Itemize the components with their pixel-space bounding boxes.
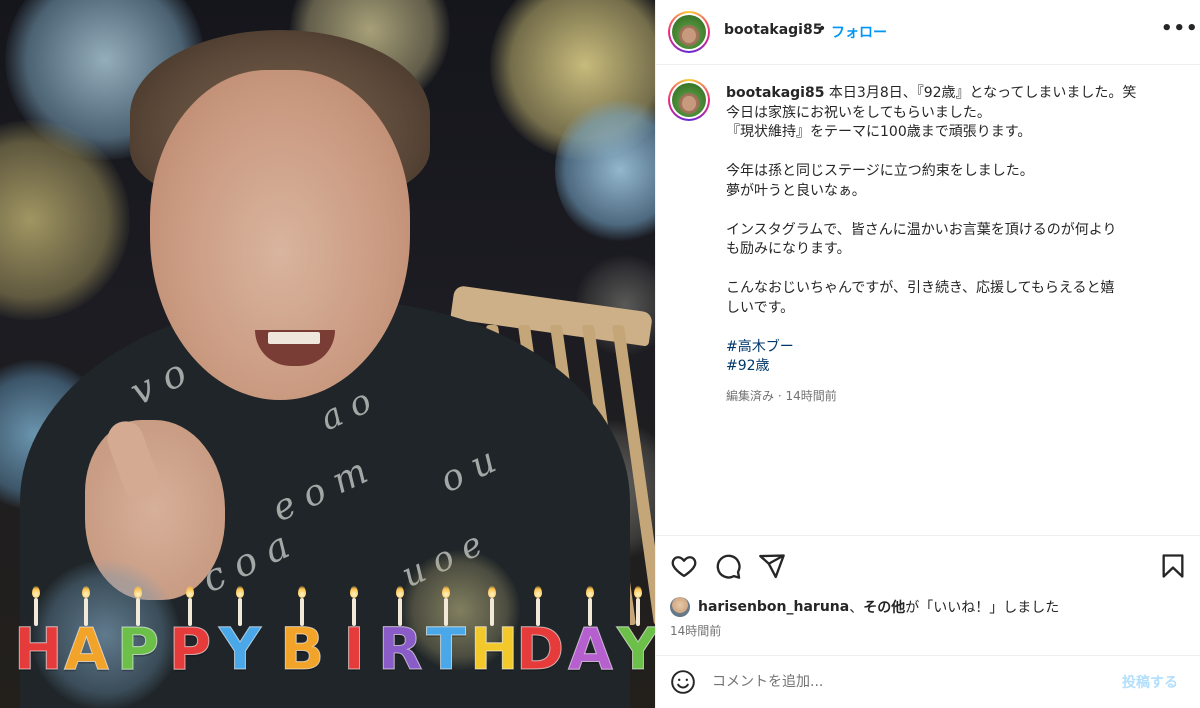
post-comment-button[interactable]: 投稿する: [1122, 672, 1178, 692]
caption-line: こんなおじいちゃんですが、引き続き、応援してもらえると嬉: [726, 280, 1115, 296]
candle-flame: [32, 586, 40, 598]
candle-flame: [488, 586, 496, 598]
post-actions: harisenbon_haruna 、 その他 が「いいね！」しました 14時間…: [656, 535, 1200, 655]
candle-flame: [134, 586, 142, 598]
birthday-letter: R: [378, 615, 424, 683]
caption-avatar[interactable]: [668, 79, 710, 121]
birthday-letter: H: [14, 615, 64, 683]
follow-button[interactable]: フォロー: [831, 22, 887, 42]
candle-flame: [586, 586, 594, 598]
heart-icon[interactable]: [670, 552, 698, 580]
comment-bar: 投稿する: [656, 655, 1200, 708]
separator-dot: •: [818, 21, 827, 37]
candle-flame: [82, 586, 90, 598]
caption-line: も励みになります。: [726, 241, 851, 257]
caption-line: インスタグラムで、皆さんに温かいお言葉を頂けるのが何より: [726, 221, 1117, 238]
candle-flame: [186, 586, 194, 598]
likes-separator: 、: [849, 600, 864, 616]
candle-flame: [298, 586, 306, 598]
candle-flame: [236, 586, 244, 598]
bookmark-icon[interactable]: [1159, 552, 1187, 580]
comment-icon[interactable]: [714, 552, 742, 580]
candle-flame: [442, 586, 450, 598]
birthday-letter: I: [343, 615, 366, 683]
post-caption: bootakagi85 本日3月8日、『92歳』となってしまいました。笑 今日は…: [726, 84, 1166, 377]
liker-username[interactable]: harisenbon_haruna: [698, 599, 849, 615]
post-timestamp[interactable]: 14時間前: [670, 622, 721, 639]
post-photo[interactable]: v o a o c o e o m o u c o a u o e HAPPYB…: [0, 0, 655, 708]
caption-line: しいです。: [726, 299, 795, 316]
happy-birthday-text: HAPPYBIRTHDAY: [8, 615, 656, 688]
candle-flame: [350, 586, 358, 598]
liker-avatar[interactable]: [670, 597, 690, 617]
birthday-letter: Y: [219, 615, 262, 683]
birthday-letter: D: [516, 615, 565, 683]
likes-others-link[interactable]: その他: [863, 597, 905, 617]
post-header: bootakagi85 • フォロー •••: [656, 0, 1200, 65]
caption-line: 『現状維持』をテーマに100歳まで頑張ります。: [726, 124, 1032, 140]
caption-line: 夢が叶うと良いなぁ。: [726, 182, 866, 199]
birthday-letter: B: [280, 615, 325, 683]
birthday-letter: A: [568, 615, 614, 683]
candle-flame: [534, 586, 542, 598]
post-side-panel: bootakagi85 • フォロー ••• bootakagi85 本日3月8…: [655, 0, 1200, 708]
caption-username[interactable]: bootakagi85: [726, 85, 824, 101]
comment-input[interactable]: [712, 668, 1092, 696]
more-horizontal-icon[interactable]: •••: [1161, 18, 1199, 39]
emoji-icon[interactable]: [670, 669, 696, 695]
birthday-letter: A: [64, 615, 110, 683]
likes-summary: harisenbon_haruna 、 その他 が「いいね！」しました: [670, 596, 1059, 618]
birthday-letter: T: [426, 615, 467, 683]
header-username[interactable]: bootakagi85: [724, 22, 822, 38]
candle-flame: [396, 586, 404, 598]
profile-avatar[interactable]: [668, 11, 710, 53]
hashtag-link[interactable]: #高木ブー: [726, 338, 1166, 358]
caption-meta: 編集済み · 14時間前: [726, 389, 837, 403]
caption-line: 本日3月8日、『92歳』となってしまいました。笑: [828, 85, 1137, 101]
birthday-letter: P: [168, 615, 212, 683]
caption-line: 今年は孫と同じステージに立つ約束をしました。: [726, 163, 1034, 179]
birthday-letter: H: [470, 615, 520, 683]
share-icon[interactable]: [758, 552, 786, 580]
hashtag-link[interactable]: #92歳: [726, 357, 1166, 377]
birthday-letter: P: [116, 615, 160, 683]
birthday-letter: Y: [617, 615, 656, 683]
candle-flame: [634, 586, 642, 598]
likes-suffix: が「いいね！」しました: [905, 600, 1060, 616]
caption-line: 今日は家族にお祝いをしてもらいました。: [726, 104, 991, 121]
